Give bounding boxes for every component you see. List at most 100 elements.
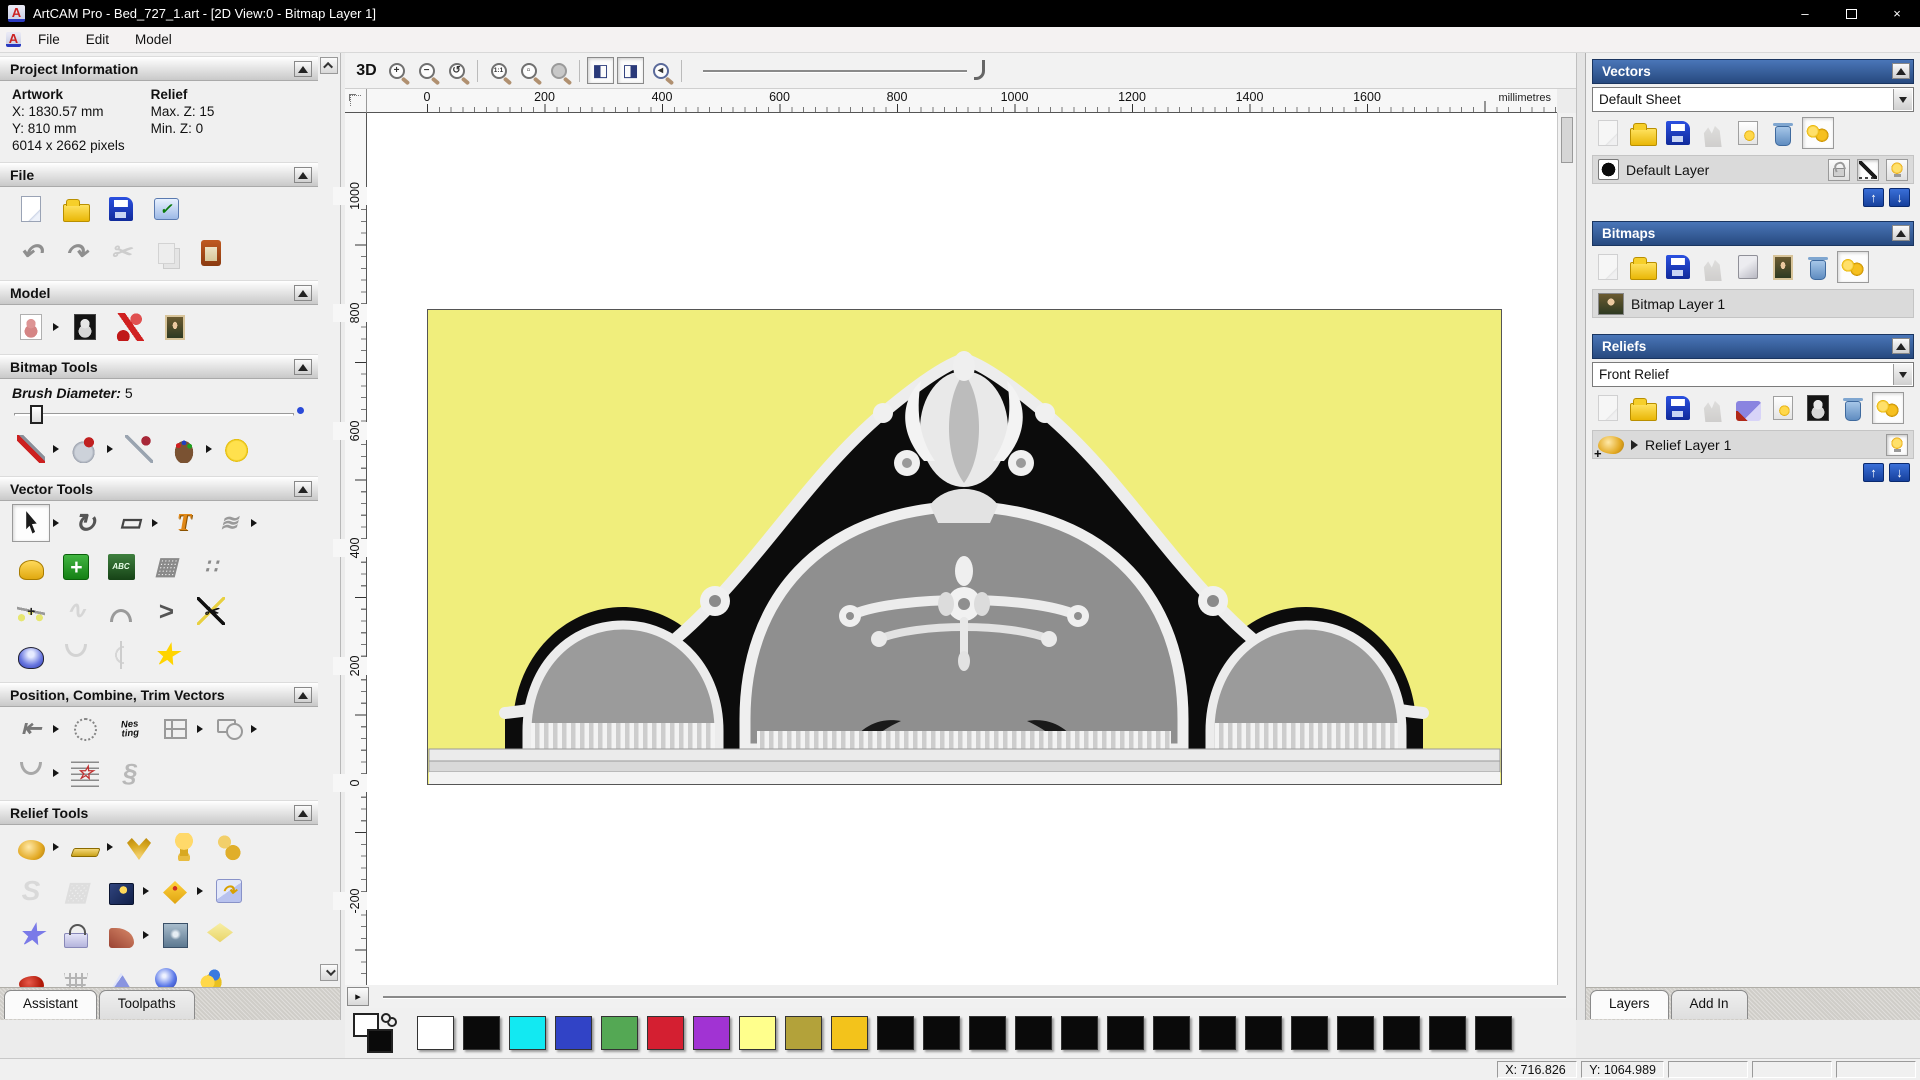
- colour-palette-flyout-icon[interactable]: [206, 445, 212, 453]
- palette-swatch-10[interactable]: [877, 1016, 914, 1050]
- bitmaps-section-header[interactable]: Bitmaps: [1592, 221, 1914, 246]
- zoom-in-button[interactable]: +: [383, 57, 410, 84]
- section-file[interactable]: File: [0, 162, 318, 187]
- model-options-icon[interactable]: ✓: [147, 190, 185, 228]
- set-model-size-icon[interactable]: [12, 308, 50, 346]
- secondary-colour-icon[interactable]: [367, 1029, 393, 1053]
- select-vectors-icon[interactable]: [12, 504, 50, 542]
- palette-swatch-23[interactable]: [1475, 1016, 1512, 1050]
- weld-vectors-flyout-icon[interactable]: [251, 725, 257, 733]
- offset-relief-flyout-icon[interactable]: [197, 887, 203, 895]
- vector-sheet-dropdown-icon[interactable]: [1893, 89, 1912, 110]
- layer-colour-icon[interactable]: [1598, 159, 1619, 180]
- splash-relief-icon[interactable]: [192, 960, 230, 987]
- merge-relief-layers-icon[interactable]: [1697, 392, 1729, 424]
- move-layer-up-button[interactable]: ↑: [1863, 188, 1884, 207]
- new-model-icon[interactable]: [12, 190, 50, 228]
- palette-swatch-16[interactable]: [1153, 1016, 1190, 1050]
- cut-icon[interactable]: ✂: [102, 234, 140, 272]
- weave-wizard-icon[interactable]: ▩: [57, 872, 95, 910]
- section-project-information[interactable]: Project Information: [0, 56, 318, 81]
- distort-vectors-icon[interactable]: ☆: [66, 754, 104, 792]
- merge-vector-layers-icon[interactable]: [1697, 117, 1729, 149]
- zero-plane-relief-flyout-icon[interactable]: [107, 843, 113, 851]
- palette-swatch-22[interactable]: [1429, 1016, 1466, 1050]
- toggle-vector-visibility-icon[interactable]: [1732, 117, 1764, 149]
- palette-swatch-18[interactable]: [1245, 1016, 1282, 1050]
- tab-add-in[interactable]: Add In: [1670, 990, 1748, 1019]
- create-star-icon[interactable]: ★: [147, 636, 185, 674]
- weld-vectors-icon[interactable]: [210, 710, 248, 748]
- create-dome-icon[interactable]: [12, 636, 50, 674]
- join-vectors-with-curve-icon[interactable]: [57, 636, 95, 674]
- freehand-sketch-icon[interactable]: ∿: [57, 592, 95, 630]
- lock-layer-button[interactable]: [1828, 158, 1850, 181]
- toggle-assistant-panel-button[interactable]: ◧: [587, 57, 614, 84]
- zoom-objects-button[interactable]: [545, 57, 572, 84]
- constant-height-relief-icon[interactable]: [57, 916, 95, 954]
- undo-icon[interactable]: ↶: [12, 234, 50, 272]
- zoom-out-button[interactable]: −: [413, 57, 440, 84]
- texture-relief-flyout-icon[interactable]: [143, 887, 149, 895]
- move-relief-up-button[interactable]: ↑: [1863, 463, 1884, 482]
- sculpt-relief-flyout-icon[interactable]: [53, 843, 59, 851]
- close-button[interactable]: ×: [1874, 0, 1920, 27]
- measure-tool-icon[interactable]: [12, 548, 50, 586]
- turn-relief-flyout-icon[interactable]: [143, 931, 149, 939]
- join-open-vectors-flyout-icon[interactable]: [53, 769, 59, 777]
- node-editing-icon[interactable]: +: [12, 592, 50, 630]
- paste-along-curve-icon[interactable]: ∷: [192, 548, 230, 586]
- stack-relief-layers-icon[interactable]: [1732, 392, 1764, 424]
- pyramid-relief-icon[interactable]: [102, 960, 140, 987]
- canvas-vertical-scrollbar[interactable]: [1557, 113, 1576, 985]
- create-text-icon[interactable]: T: [165, 504, 203, 542]
- relief-select[interactable]: Front Relief: [1592, 362, 1914, 387]
- align-vectors-icon[interactable]: ⇤: [12, 710, 50, 748]
- flood-fill-icon[interactable]: [66, 430, 104, 468]
- link-colours-icon[interactable]: [381, 1013, 391, 1023]
- section-position-combine-trim[interactable]: Position, Combine, Trim Vectors: [0, 682, 318, 707]
- palette-swatch-14[interactable]: [1061, 1016, 1098, 1050]
- swept-profiles-icon[interactable]: [120, 828, 158, 866]
- toggle-layers-panel-button[interactable]: ◨: [617, 57, 644, 84]
- palette-swatch-6[interactable]: [693, 1016, 730, 1050]
- zero-plane-relief-icon[interactable]: [66, 828, 104, 866]
- new-bitmap-layer-icon[interactable]: [1592, 251, 1624, 283]
- create-rectangle-icon[interactable]: ▭: [111, 504, 149, 542]
- zoom-fit-button[interactable]: ▫: [515, 57, 542, 84]
- paint-bitmap-icon[interactable]: [12, 430, 50, 468]
- minimize-button[interactable]: –: [1782, 0, 1828, 27]
- open-vector-layers-icon[interactable]: [1627, 117, 1659, 149]
- merge-bitmap-layers-icon[interactable]: [1697, 251, 1729, 283]
- iso-form-letters-icon[interactable]: S: [12, 872, 50, 910]
- delete-relief-layer-icon[interactable]: [1837, 392, 1869, 424]
- save-relief-layers-icon[interactable]: [1662, 392, 1694, 424]
- load-bitmap-image-icon[interactable]: [156, 308, 194, 346]
- vector-layer-visibility-button[interactable]: [1886, 158, 1908, 181]
- palette-swatch-3[interactable]: [555, 1016, 592, 1050]
- texture-relief-icon[interactable]: [102, 872, 140, 910]
- delete-bitmap-layer-icon[interactable]: [1802, 251, 1834, 283]
- palette-swatch-17[interactable]: [1199, 1016, 1236, 1050]
- collapse-project-icon[interactable]: [294, 61, 312, 77]
- relief-dropdown-icon[interactable]: [1893, 364, 1912, 385]
- palette-swatch-0[interactable]: [417, 1016, 454, 1050]
- zoom-slider-handle-icon[interactable]: [974, 59, 985, 80]
- palette-swatch-15[interactable]: [1107, 1016, 1144, 1050]
- scroll-up-icon[interactable]: [320, 57, 338, 74]
- flood-fill-flyout-icon[interactable]: [107, 445, 113, 453]
- relief-layer-stack-icon[interactable]: [201, 916, 239, 954]
- maximize-button[interactable]: [1828, 0, 1874, 27]
- zoom-slider[interactable]: [703, 58, 993, 84]
- zoom-previous-button[interactable]: ↺: [443, 57, 470, 84]
- fit-arcs-to-vector-icon[interactable]: [102, 592, 140, 630]
- envelope-distortion-flyout-icon[interactable]: [251, 519, 257, 527]
- redo-icon[interactable]: ↷: [57, 234, 95, 272]
- vector-layer-row[interactable]: Default Layer: [1592, 155, 1914, 184]
- collapse-position-icon[interactable]: [294, 687, 312, 703]
- palette-swatch-8[interactable]: [785, 1016, 822, 1050]
- open-model-icon[interactable]: [57, 190, 95, 228]
- select-vectors-flyout-icon[interactable]: [53, 519, 59, 527]
- star-wizard-icon[interactable]: ★: [12, 916, 50, 954]
- copy-transform-relief-icon[interactable]: ↷: [210, 872, 248, 910]
